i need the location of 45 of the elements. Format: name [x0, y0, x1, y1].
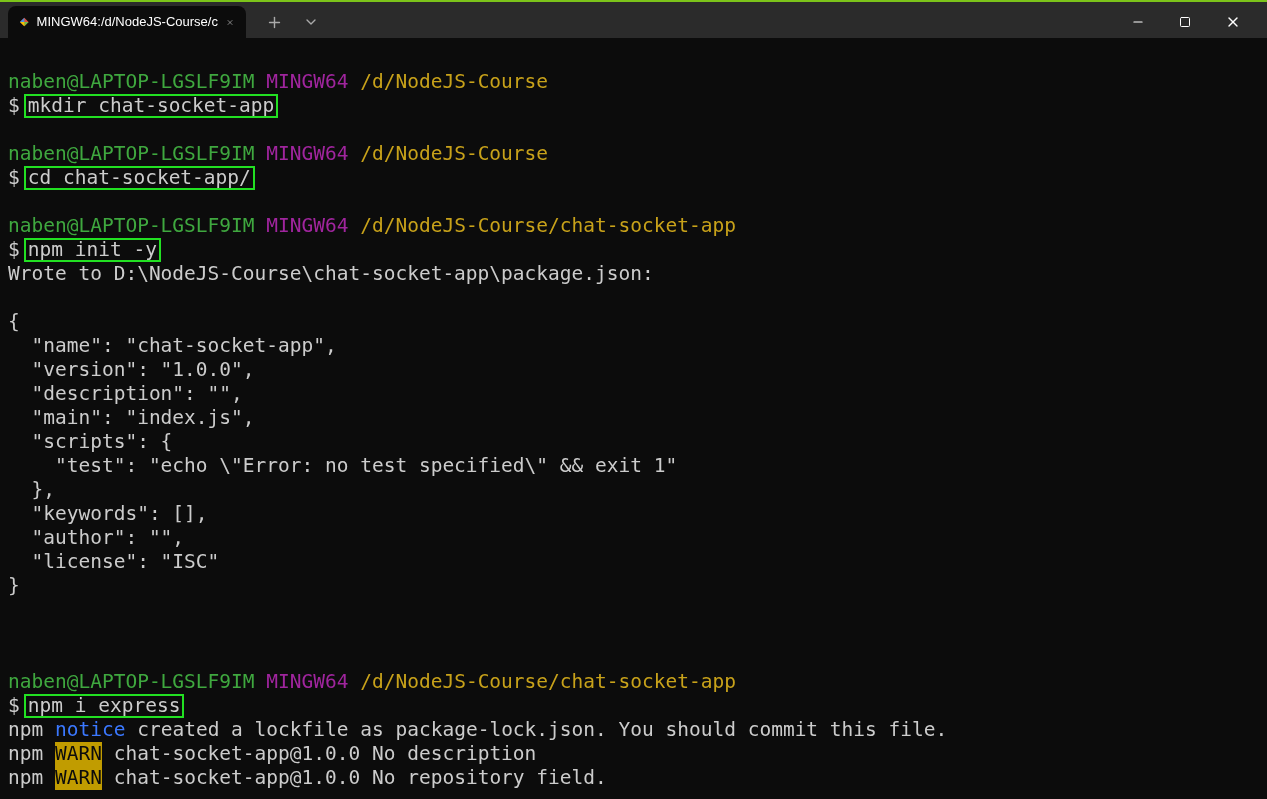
command-text: mkdir chat-socket-app: [23, 94, 279, 118]
log-message: created a lockfile as package-lock.json. You should commit this file.: [137, 718, 948, 742]
prompt-symbol: $: [8, 238, 20, 262]
log-tag: WARN: [55, 742, 102, 766]
prompt-path: /d/NodeJS-Course: [360, 142, 549, 166]
log-program: npm: [8, 766, 44, 790]
log-message: chat-socket-app@1.0.0 No description: [113, 742, 537, 766]
prompt-user: naben@LAPTOP-LGSLF9IM: [8, 142, 255, 166]
log-program: npm: [8, 718, 44, 742]
output-text: {: [8, 310, 20, 334]
output-text: Wrote to D:\NodeJS-Course\chat-socket-app\package.json:: [8, 262, 654, 286]
command-text: npm init -y: [23, 238, 161, 262]
command-text: cd chat-socket-app/: [23, 166, 255, 190]
maximize-icon[interactable]: [1179, 16, 1191, 28]
prompt-system: MINGW64: [266, 142, 349, 166]
tab-title: MINGW64:/d/NodeJS-Course/c: [36, 13, 218, 32]
terminal-tab[interactable]: MINGW64:/d/NodeJS-Course/c: [8, 6, 246, 38]
log-program: npm: [8, 742, 44, 766]
output-text: "scripts": {: [30, 430, 173, 454]
prompt-system: MINGW64: [266, 214, 349, 238]
prompt-user: naben@LAPTOP-LGSLF9IM: [8, 70, 255, 94]
output-text: "main": "index.js",: [30, 406, 255, 430]
output-text: },: [30, 478, 55, 502]
prompt-system: MINGW64: [266, 670, 349, 694]
prompt-user: naben@LAPTOP-LGSLF9IM: [8, 670, 255, 694]
log-tag: notice: [55, 718, 126, 742]
log-message: chat-socket-app@1.0.0 No repository field.: [113, 766, 607, 790]
prompt-path: /d/NodeJS-Course/chat-socket-app: [360, 214, 736, 238]
prompt-symbol: $: [8, 694, 20, 718]
command-text: npm i express: [23, 694, 185, 718]
log-tag: WARN: [55, 766, 102, 790]
output-text: "keywords": [],: [30, 502, 208, 526]
prompt-symbol: $: [8, 166, 20, 190]
prompt-path: /d/NodeJS-Course/chat-socket-app: [360, 670, 736, 694]
output-text: "description": "",: [30, 382, 243, 406]
prompt-system: MINGW64: [266, 70, 349, 94]
output-text: "license": "ISC": [30, 550, 220, 574]
output-text: }: [8, 574, 20, 598]
output-text: "test": "echo \"Error: no test specified\" && exit 1": [53, 454, 678, 478]
output-text: "name": "chat-socket-app",: [30, 334, 337, 358]
output-text: "author": "",: [30, 526, 185, 550]
prompt-path: /d/NodeJS-Course: [360, 70, 549, 94]
prompt-user: naben@LAPTOP-LGSLF9IM: [8, 214, 255, 238]
prompt-symbol: $: [8, 94, 20, 118]
output-text: "version": "1.0.0",: [30, 358, 255, 382]
